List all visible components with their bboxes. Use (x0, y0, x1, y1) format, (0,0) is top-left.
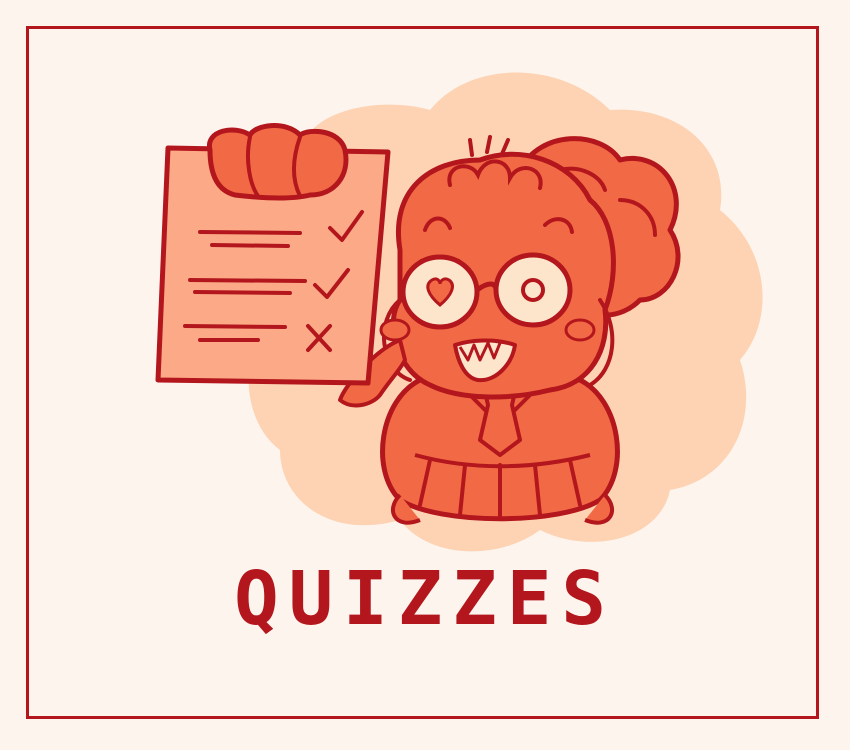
round-eye (521, 278, 545, 302)
quiz-card: QUIZZES (0, 0, 850, 750)
page-title: QUIZZES (234, 556, 616, 642)
tie (478, 390, 522, 457)
mascot-hand (207, 123, 349, 201)
